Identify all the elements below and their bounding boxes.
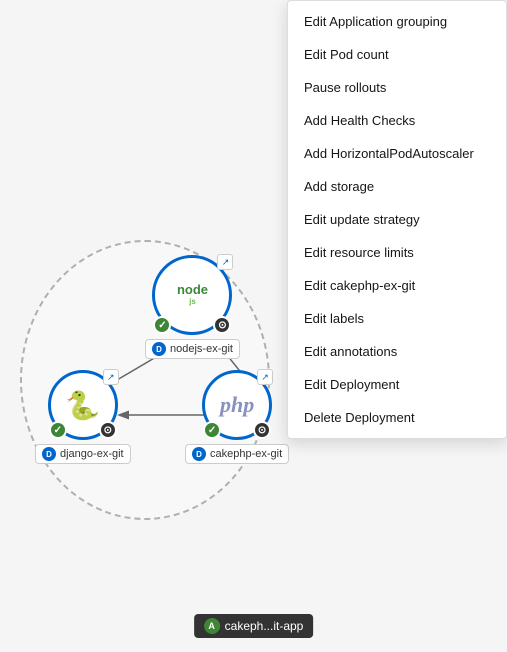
menu-item-add-health-checks[interactable]: Add Health Checks xyxy=(288,104,506,137)
menu-item-add-hpa[interactable]: Add HorizontalPodAutoscaler xyxy=(288,137,506,170)
nodejs-circle[interactable]: ↗ nodejs ✓ ⊙ xyxy=(152,255,232,335)
menu-item-edit-deployment[interactable]: Edit Deployment xyxy=(288,368,506,401)
nodejs-status-ok-icon: ✓ xyxy=(153,316,171,334)
php-github-icon: ⊙ xyxy=(253,421,271,439)
menu-item-edit-pod-count[interactable]: Edit Pod count xyxy=(288,38,506,71)
php-circle[interactable]: ↗ php ✓ ⊙ xyxy=(202,370,272,440)
php-label[interactable]: D cakephp-ex-git xyxy=(185,444,289,464)
menu-item-edit-cakephp[interactable]: Edit cakephp-ex-git xyxy=(288,269,506,302)
menu-item-add-storage[interactable]: Add storage xyxy=(288,170,506,203)
nodejs-github-icon: ⊙ xyxy=(213,316,231,334)
menu-item-edit-resource-limits[interactable]: Edit resource limits xyxy=(288,236,506,269)
node-python[interactable]: ↗ 🐍 ✓ ⊙ D django-ex-git xyxy=(35,370,131,464)
php-dot: D xyxy=(192,447,206,461)
nodejs-label[interactable]: D nodejs-ex-git xyxy=(145,339,240,359)
app-badge[interactable]: A cakeph...it-app xyxy=(194,614,314,638)
app-badge-dot: A xyxy=(204,618,220,634)
menu-item-delete-deployment[interactable]: Delete Deployment xyxy=(288,401,506,434)
python-dot: D xyxy=(42,447,56,461)
context-menu: Edit Application groupingEdit Pod countP… xyxy=(287,0,507,439)
python-external-link-icon[interactable]: ↗ xyxy=(103,369,119,385)
app-badge-label: cakeph...it-app xyxy=(225,619,304,633)
external-link-icon[interactable]: ↗ xyxy=(217,254,233,270)
php-logo: php xyxy=(220,392,254,418)
node-nodejs[interactable]: ↗ nodejs ✓ ⊙ D nodejs-ex-git xyxy=(145,255,240,359)
python-label[interactable]: D django-ex-git xyxy=(35,444,131,464)
menu-item-edit-update-strategy[interactable]: Edit update strategy xyxy=(288,203,506,236)
php-external-link-icon[interactable]: ↗ xyxy=(257,369,273,385)
php-status-ok-icon: ✓ xyxy=(203,421,221,439)
nodejs-logo: nodejs xyxy=(177,283,208,306)
python-github-icon: ⊙ xyxy=(99,421,117,439)
node-php[interactable]: ↗ php ✓ ⊙ D cakephp-ex-git xyxy=(185,370,289,464)
menu-item-edit-annotations[interactable]: Edit annotations xyxy=(288,335,506,368)
menu-item-edit-labels[interactable]: Edit labels xyxy=(288,302,506,335)
python-label-text: django-ex-git xyxy=(60,448,124,460)
php-label-text: cakephp-ex-git xyxy=(210,448,282,460)
python-logo: 🐍 xyxy=(65,389,100,422)
nodejs-dot: D xyxy=(152,342,166,356)
menu-item-pause-rollouts[interactable]: Pause rollouts xyxy=(288,71,506,104)
menu-item-edit-app-grouping[interactable]: Edit Application grouping xyxy=(288,5,506,38)
python-circle[interactable]: ↗ 🐍 ✓ ⊙ xyxy=(48,370,118,440)
nodejs-label-text: nodejs-ex-git xyxy=(170,343,233,355)
python-status-ok-icon: ✓ xyxy=(49,421,67,439)
